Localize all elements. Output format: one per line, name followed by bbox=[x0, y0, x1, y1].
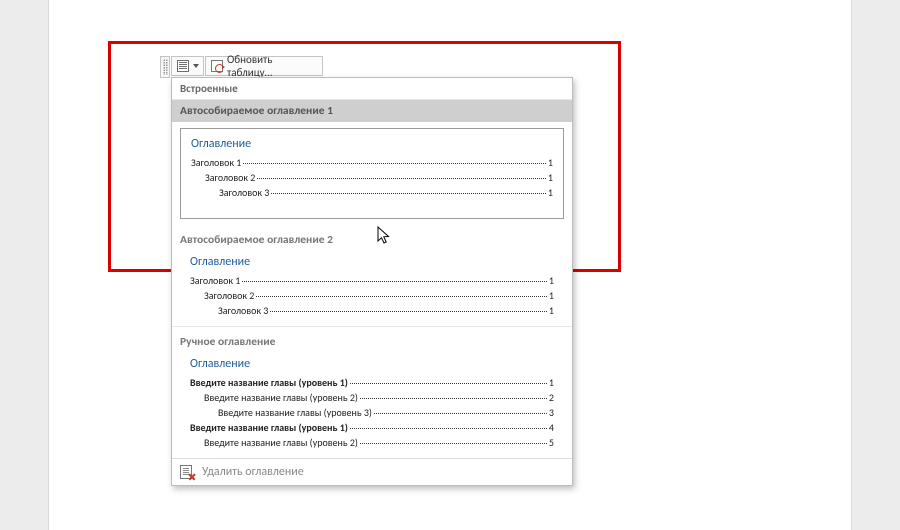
gallery-item-manual[interactable]: Ручное оглавление bbox=[172, 327, 572, 353]
update-toc-button[interactable]: Обновить таблицу... bbox=[205, 56, 323, 76]
update-toc-label: Обновить таблицу... bbox=[227, 53, 317, 79]
gallery-delete-label: Удалить оглавление bbox=[202, 465, 304, 479]
gallery-item-auto2[interactable]: Автособираемое оглавление 2 bbox=[172, 225, 572, 251]
gallery-delete-toc[interactable]: Удалить оглавление bbox=[172, 458, 572, 485]
toc-grip-handle[interactable] bbox=[160, 56, 170, 78]
toc-gallery-dropdown: Встроенные Автособираемое оглавление 1 О… bbox=[171, 77, 573, 486]
gallery-preview-manual[interactable]: Оглавление Введите название главы (урове… bbox=[180, 355, 564, 452]
toc-line: Введите название главы (уровень 1)1 bbox=[190, 375, 554, 390]
preview-heading: Оглавление bbox=[190, 357, 554, 371]
toc-line: Заголовок 31 bbox=[191, 185, 553, 200]
preview-heading: Оглавление bbox=[190, 255, 554, 269]
chevron-down-icon bbox=[193, 64, 199, 68]
toc-line: Заголовок 21 bbox=[190, 288, 554, 303]
gallery-preview-auto1[interactable]: Оглавление Заголовок 11 Заголовок 21 Заг… bbox=[180, 128, 564, 219]
toc-line: Введите название главы (уровень 2)2 bbox=[190, 390, 554, 405]
toc-line: Заголовок 11 bbox=[190, 273, 554, 288]
gallery-preview-auto2[interactable]: Оглавление Заголовок 11 Заголовок 21 Заг… bbox=[180, 253, 564, 320]
toc-style-dropdown[interactable] bbox=[171, 56, 204, 76]
delete-toc-icon bbox=[180, 465, 194, 479]
toc-line: Заголовок 31 bbox=[190, 303, 554, 318]
toc-document-icon bbox=[177, 60, 189, 72]
toc-line: Введите название главы (уровень 3)3 bbox=[190, 405, 554, 420]
toc-line: Введите название главы (уровень 1)4 bbox=[190, 420, 554, 435]
toc-line: Заголовок 21 bbox=[191, 170, 553, 185]
gallery-section-builtin: Встроенные bbox=[172, 78, 572, 100]
preview-heading: Оглавление bbox=[191, 137, 553, 151]
toc-line: Введите название главы (уровень 2)5 bbox=[190, 435, 554, 450]
refresh-page-icon bbox=[211, 60, 223, 72]
gallery-item-auto1[interactable]: Автособираемое оглавление 1 bbox=[172, 100, 572, 122]
toc-line: Заголовок 11 bbox=[191, 155, 553, 170]
